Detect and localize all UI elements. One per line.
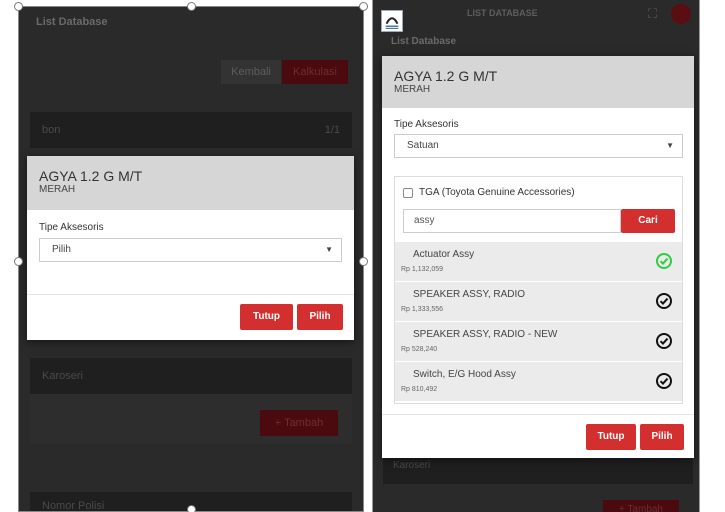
bg-kalkulasi-button: Kalkulasi (282, 60, 348, 84)
check-circle-icon[interactable] (656, 293, 672, 309)
list-item[interactable]: SPEAKER ASSY, RADIO Rp 1,333,556 (395, 281, 682, 321)
item-name: Switch, E/G Hood Assy (413, 369, 516, 380)
item-name: SPEAKER ASSY, RADIO (413, 289, 526, 300)
bg-karoseri-header: Karoseri (30, 358, 352, 394)
toyota-logo-icon (381, 10, 403, 32)
select-value: Pilih (52, 244, 71, 255)
item-price: Rp 810,492 (401, 386, 438, 393)
bg-page-title: List Database (391, 36, 457, 47)
resize-handle[interactable] (187, 505, 196, 512)
bg-karoseri-label: Karoseri (393, 460, 431, 471)
modal-header: AGYA 1.2 G M/T MERAH (382, 56, 694, 108)
pilih-button[interactable]: Pilih (640, 424, 684, 450)
item-name: Actuator Assy (413, 249, 475, 260)
modal-subtitle: MERAH (39, 184, 76, 195)
item-price: Rp 1,333,556 (401, 306, 444, 313)
modal-header: AGYA 1.2 G M/T MERAH (27, 156, 354, 210)
resize-handle[interactable] (14, 257, 23, 266)
right-accessory-modal: AGYA 1.2 G M/T MERAH Tipe Aksesoris Satu… (382, 56, 694, 458)
bg-tambah-button: + Tambah (260, 410, 338, 436)
avatar[interactable] (671, 4, 691, 24)
bg-karoseri-label: Karoseri (42, 370, 83, 382)
accessory-search-box: TGA (Toyota Genuine Accessories) assy Ca… (394, 176, 683, 404)
check-circle-icon[interactable] (656, 253, 672, 269)
tutup-button[interactable]: Tutup (240, 304, 293, 330)
select-value: Satuan (407, 140, 439, 151)
modal-title: AGYA 1.2 G M/T (394, 68, 498, 84)
bg-kembali-button: Kembali (221, 60, 281, 84)
item-price: Rp 1,132,059 (401, 266, 444, 273)
caret-down-icon: ▼ (666, 141, 674, 150)
list-item[interactable]: Switch, E/G Hood Assy Rp 810,492 (395, 361, 682, 401)
bg-tambah-button: + Tambah (603, 500, 679, 512)
accessory-list: Actuator Assy Rp 1,132,059 SPEAKER ASSY,… (395, 241, 682, 401)
top-navbar: LIST DATABASE ⛶ ☰ (373, 0, 699, 30)
tipe-aksesoris-select[interactable]: Pilih ▼ (39, 238, 342, 262)
pilih-button[interactable]: Pilih (297, 304, 343, 330)
bg-row-label: bon (42, 124, 61, 136)
canvas: List Database Kembali Kalkulasi bon 1/1 … (0, 0, 725, 512)
resize-handle[interactable] (187, 2, 196, 11)
tga-label: TGA (Toyota Genuine Accessories) (419, 187, 575, 198)
tipe-aksesoris-select[interactable]: Satuan ▼ (394, 134, 683, 158)
list-item[interactable]: SPEAKER ASSY, RADIO - NEW Rp 528,240 (395, 321, 682, 361)
cari-button[interactable]: Cari (621, 209, 675, 233)
check-circle-icon[interactable] (656, 373, 672, 389)
bg-row-count: 1/1 (324, 124, 340, 136)
bg-page-title: List Database (36, 16, 108, 28)
nav-tab-list-database[interactable]: LIST DATABASE (467, 8, 538, 18)
divider (27, 294, 354, 295)
caret-down-icon: ▼ (325, 245, 333, 254)
fullscreen-icon[interactable]: ⛶ (648, 6, 657, 22)
left-accessory-modal: AGYA 1.2 G M/T MERAH Tipe Aksesoris Pili… (27, 156, 354, 340)
bg-nomor-polisi-label: Nomor Polisi (42, 500, 105, 512)
search-input[interactable]: assy (403, 209, 621, 233)
tutup-button[interactable]: Tutup (586, 424, 636, 450)
tipe-aksesoris-label: Tipe Aksesoris (39, 222, 104, 233)
resize-handle[interactable] (359, 2, 368, 11)
modal-subtitle: MERAH (394, 84, 431, 95)
divider (382, 414, 694, 415)
item-name: SPEAKER ASSY, RADIO - NEW (413, 329, 558, 340)
item-price: Rp 528,240 (401, 346, 438, 353)
tipe-aksesoris-label: Tipe Aksesoris (394, 119, 459, 130)
tga-checkbox[interactable] (403, 188, 413, 198)
list-item[interactable]: Actuator Assy Rp 1,132,059 (395, 241, 682, 281)
resize-handle[interactable] (359, 257, 368, 266)
resize-handle[interactable] (14, 2, 23, 11)
modal-title: AGYA 1.2 G M/T (39, 168, 143, 184)
right-screen: LIST DATABASE ⛶ ☰ List Database Karoseri… (372, 0, 700, 512)
bg-database-row: bon 1/1 (30, 112, 352, 148)
check-circle-icon[interactable] (656, 333, 672, 349)
